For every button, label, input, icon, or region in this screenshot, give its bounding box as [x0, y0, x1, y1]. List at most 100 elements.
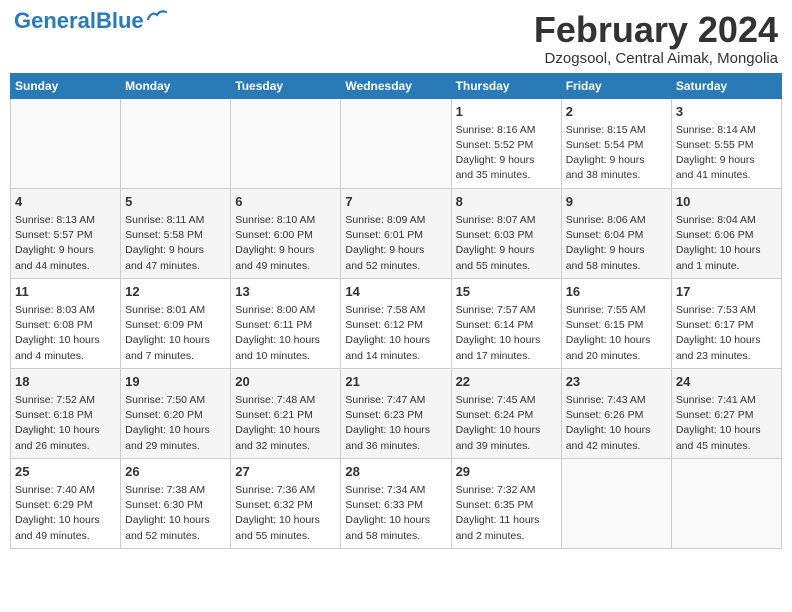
day-info: Sunrise: 8:13 AMSunset: 5:57 PMDaylight:…: [15, 213, 116, 274]
day-number: 11: [15, 283, 116, 301]
calendar-week-4: 18 Sunrise: 7:52 AMSunset: 6:18 PMDayligh…: [11, 368, 782, 458]
calendar-cell: 29 Sunrise: 7:32 AMSunset: 6:35 PMDayligh…: [451, 458, 561, 548]
column-header-saturday: Saturday: [671, 73, 781, 98]
calendar-cell: 15 Sunrise: 7:57 AMSunset: 6:14 PMDayligh…: [451, 278, 561, 368]
calendar-cell: 14 Sunrise: 7:58 AMSunset: 6:12 PMDayligh…: [341, 278, 451, 368]
calendar-cell: 18 Sunrise: 7:52 AMSunset: 6:18 PMDayligh…: [11, 368, 121, 458]
calendar-cell: 7 Sunrise: 8:09 AMSunset: 6:01 PMDaylight…: [341, 188, 451, 278]
day-number: 21: [345, 373, 446, 391]
calendar-cell: [341, 98, 451, 188]
day-info: Sunrise: 7:34 AMSunset: 6:33 PMDaylight:…: [345, 483, 446, 544]
day-number: 16: [566, 283, 667, 301]
day-number: 22: [456, 373, 557, 391]
calendar-week-5: 25 Sunrise: 7:40 AMSunset: 6:29 PMDayligh…: [11, 458, 782, 548]
day-number: 18: [15, 373, 116, 391]
calendar-cell: 6 Sunrise: 8:10 AMSunset: 6:00 PMDaylight…: [231, 188, 341, 278]
calendar-cell: [671, 458, 781, 548]
calendar-cell: [561, 458, 671, 548]
day-number: 29: [456, 463, 557, 481]
day-info: Sunrise: 8:06 AMSunset: 6:04 PMDaylight:…: [566, 213, 667, 274]
day-number: 20: [235, 373, 336, 391]
column-header-thursday: Thursday: [451, 73, 561, 98]
day-number: 12: [125, 283, 226, 301]
day-info: Sunrise: 8:01 AMSunset: 6:09 PMDaylight:…: [125, 303, 226, 364]
column-header-wednesday: Wednesday: [341, 73, 451, 98]
day-number: 14: [345, 283, 446, 301]
calendar-table: SundayMondayTuesdayWednesdayThursdayFrid…: [10, 73, 782, 549]
day-info: Sunrise: 8:10 AMSunset: 6:00 PMDaylight:…: [235, 213, 336, 274]
calendar-cell: 1Sunrise: 8:16 AMSunset: 5:52 PMDaylight…: [451, 98, 561, 188]
calendar-header-row: SundayMondayTuesdayWednesdayThursdayFrid…: [11, 73, 782, 98]
calendar-cell: 13 Sunrise: 8:00 AMSunset: 6:11 PMDayligh…: [231, 278, 341, 368]
day-info: Sunrise: 7:52 AMSunset: 6:18 PMDaylight:…: [15, 393, 116, 454]
day-number: 15: [456, 283, 557, 301]
day-number: 6: [235, 193, 336, 211]
column-header-monday: Monday: [121, 73, 231, 98]
day-number: 8: [456, 193, 557, 211]
calendar-cell: 23Sunrise: 7:43 AMSunset: 6:26 PMDayligh…: [561, 368, 671, 458]
calendar-cell: 3 Sunrise: 8:14 AMSunset: 5:55 PMDaylight…: [671, 98, 781, 188]
day-info: Sunrise: 7:50 AMSunset: 6:20 PMDaylight:…: [125, 393, 226, 454]
calendar-cell: 10 Sunrise: 8:04 AMSunset: 6:06 PMDayligh…: [671, 188, 781, 278]
day-info: Sunrise: 8:04 AMSunset: 6:06 PMDaylight:…: [676, 213, 777, 274]
calendar-cell: 24Sunrise: 7:41 AMSunset: 6:27 PMDayligh…: [671, 368, 781, 458]
calendar-cell: [121, 98, 231, 188]
column-header-tuesday: Tuesday: [231, 73, 341, 98]
day-number: 1: [456, 103, 557, 121]
day-info: Sunrise: 7:41 AMSunset: 6:27 PMDaylight:…: [676, 393, 777, 454]
day-info: Sunrise: 7:36 AMSunset: 6:32 PMDaylight:…: [235, 483, 336, 544]
calendar-cell: 21Sunrise: 7:47 AMSunset: 6:23 PMDayligh…: [341, 368, 451, 458]
location-subtitle: Dzogsool, Central Aimak, Mongolia: [534, 50, 778, 67]
day-number: 10: [676, 193, 777, 211]
calendar-cell: 4 Sunrise: 8:13 AMSunset: 5:57 PMDaylight…: [11, 188, 121, 278]
day-number: 9: [566, 193, 667, 211]
page-header: GeneralBlue February 2024 Dzogsool, Cent…: [10, 10, 782, 67]
calendar-cell: 26Sunrise: 7:38 AMSunset: 6:30 PMDayligh…: [121, 458, 231, 548]
day-number: 19: [125, 373, 226, 391]
day-number: 2: [566, 103, 667, 121]
calendar-cell: 20 Sunrise: 7:48 AMSunset: 6:21 PMDayligh…: [231, 368, 341, 458]
calendar-cell: 19 Sunrise: 7:50 AMSunset: 6:20 PMDayligh…: [121, 368, 231, 458]
day-info: Sunrise: 8:09 AMSunset: 6:01 PMDaylight:…: [345, 213, 446, 274]
logo-general: General: [14, 8, 96, 33]
calendar-cell: 11 Sunrise: 8:03 AMSunset: 6:08 PMDayligh…: [11, 278, 121, 368]
day-info: Sunrise: 7:53 AMSunset: 6:17 PMDaylight:…: [676, 303, 777, 364]
column-header-friday: Friday: [561, 73, 671, 98]
calendar-cell: 2Sunrise: 8:15 AMSunset: 5:54 PMDaylight…: [561, 98, 671, 188]
calendar-week-2: 4 Sunrise: 8:13 AMSunset: 5:57 PMDaylight…: [11, 188, 782, 278]
day-number: 5: [125, 193, 226, 211]
logo: GeneralBlue: [14, 10, 168, 32]
day-info: Sunrise: 7:48 AMSunset: 6:21 PMDaylight:…: [235, 393, 336, 454]
day-number: 27: [235, 463, 336, 481]
day-info: Sunrise: 8:03 AMSunset: 6:08 PMDaylight:…: [15, 303, 116, 364]
day-info: Sunrise: 7:58 AMSunset: 6:12 PMDaylight:…: [345, 303, 446, 364]
day-number: 17: [676, 283, 777, 301]
title-block: February 2024 Dzogsool, Central Aimak, M…: [534, 10, 778, 67]
day-info: Sunrise: 8:00 AMSunset: 6:11 PMDaylight:…: [235, 303, 336, 364]
calendar-cell: 8 Sunrise: 8:07 AMSunset: 6:03 PMDaylight…: [451, 188, 561, 278]
day-number: 28: [345, 463, 446, 481]
day-info: Sunrise: 7:40 AMSunset: 6:29 PMDaylight:…: [15, 483, 116, 544]
calendar-week-1: 1Sunrise: 8:16 AMSunset: 5:52 PMDaylight…: [11, 98, 782, 188]
calendar-cell: 16 Sunrise: 7:55 AMSunset: 6:15 PMDayligh…: [561, 278, 671, 368]
logo-text: GeneralBlue: [14, 10, 144, 32]
day-info: Sunrise: 8:14 AMSunset: 5:55 PMDaylight:…: [676, 123, 777, 184]
day-info: Sunrise: 8:07 AMSunset: 6:03 PMDaylight:…: [456, 213, 557, 274]
day-number: 23: [566, 373, 667, 391]
calendar-cell: 22Sunrise: 7:45 AMSunset: 6:24 PMDayligh…: [451, 368, 561, 458]
calendar-cell: 28 Sunrise: 7:34 AMSunset: 6:33 PMDayligh…: [341, 458, 451, 548]
day-number: 4: [15, 193, 116, 211]
calendar-cell: 5Sunrise: 8:11 AMSunset: 5:58 PMDaylight…: [121, 188, 231, 278]
day-number: 13: [235, 283, 336, 301]
day-info: Sunrise: 7:57 AMSunset: 6:14 PMDaylight:…: [456, 303, 557, 364]
calendar-cell: 9 Sunrise: 8:06 AMSunset: 6:04 PMDaylight…: [561, 188, 671, 278]
calendar-cell: [11, 98, 121, 188]
calendar-cell: [231, 98, 341, 188]
day-info: Sunrise: 7:32 AMSunset: 6:35 PMDaylight:…: [456, 483, 557, 544]
calendar-cell: 25 Sunrise: 7:40 AMSunset: 6:29 PMDayligh…: [11, 458, 121, 548]
day-info: Sunrise: 7:55 AMSunset: 6:15 PMDaylight:…: [566, 303, 667, 364]
day-number: 3: [676, 103, 777, 121]
day-number: 25: [15, 463, 116, 481]
day-number: 7: [345, 193, 446, 211]
calendar-cell: 17 Sunrise: 7:53 AMSunset: 6:17 PMDayligh…: [671, 278, 781, 368]
